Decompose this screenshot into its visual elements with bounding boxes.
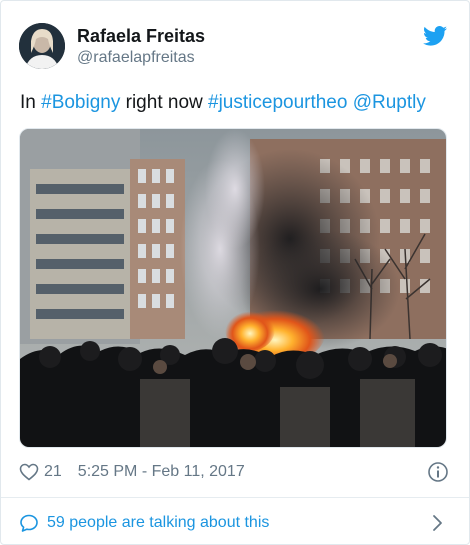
tweet-text: In #Bobigny right now #justicepourtheo @… xyxy=(20,91,426,115)
people-talking-text[interactable]: 59 people are talking about this xyxy=(47,514,269,532)
tweet-meta: 21 5:25 PM - Feb 11, 2017 xyxy=(19,458,449,486)
reply-bubble-icon xyxy=(19,513,39,533)
protest-fire-photo xyxy=(20,129,446,447)
author-display-name[interactable]: Rafaela Freitas xyxy=(77,25,205,47)
tweet-header: Rafaela Freitas @rafaelapfreitas xyxy=(19,23,205,69)
avatar[interactable] xyxy=(19,23,65,69)
tweet-card: Rafaela Freitas @rafaelapfreitas In #Bob… xyxy=(0,0,470,545)
tweet-text-prefix: In xyxy=(20,92,42,113)
info-icon[interactable] xyxy=(427,461,449,483)
mention-ruptly[interactable]: @Ruptly xyxy=(353,92,426,113)
author-names: Rafaela Freitas @rafaelapfreitas xyxy=(77,25,205,68)
chevron-right-icon[interactable] xyxy=(431,514,443,532)
author-handle[interactable]: @rafaelapfreitas xyxy=(77,48,205,68)
hashtag-justicepourtheo[interactable]: #justicepourtheo xyxy=(208,92,347,113)
conversation-link[interactable]: 59 people are talking about this xyxy=(19,511,449,535)
heart-icon[interactable] xyxy=(19,463,39,481)
hashtag-bobigny[interactable]: #Bobigny xyxy=(41,92,120,113)
avatar-image xyxy=(19,23,65,69)
divider xyxy=(1,497,469,498)
twitter-bird-icon[interactable] xyxy=(423,26,447,46)
like-count[interactable]: 21 xyxy=(44,463,62,481)
tweet-text-middle: right now xyxy=(120,92,209,113)
tweet-photo[interactable] xyxy=(19,128,447,448)
tweet-timestamp[interactable]: 5:25 PM - Feb 11, 2017 xyxy=(78,463,245,481)
